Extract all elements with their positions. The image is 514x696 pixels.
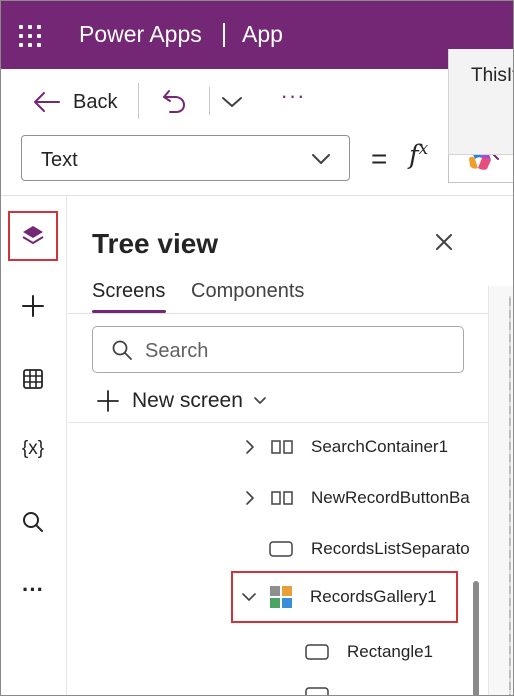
arrow-left-icon	[34, 92, 60, 112]
tree-item-recordslistseparator[interactable]: RecordsListSeparato	[268, 529, 470, 569]
rectangle-icon	[305, 644, 329, 660]
popup-text: ThisIt	[471, 65, 514, 86]
rail-item-data[interactable]	[9, 355, 57, 403]
chevron-down-icon	[312, 154, 330, 164]
rail-item-variables[interactable]: {x}	[9, 425, 57, 473]
tree-item-label: Rectangle1	[347, 642, 434, 661]
container-icon	[271, 440, 293, 454]
tabs-divider	[68, 313, 488, 314]
chevron-down-icon	[222, 97, 242, 107]
chevron-right-icon[interactable]	[242, 490, 258, 506]
gallery-icon	[270, 586, 292, 608]
fx-superscript: x	[418, 139, 429, 159]
tree-search-input[interactable]: Search	[92, 326, 464, 373]
rectangle-icon	[305, 687, 329, 695]
rail-item-search[interactable]	[9, 498, 57, 546]
tree-item-newrecordbuttonbar[interactable]: NewRecordButtonBa	[242, 478, 470, 518]
app-header: Power Apps App	[1, 1, 513, 69]
left-rail: {x} ···	[1, 196, 67, 695]
plus-icon	[22, 295, 44, 317]
list-divider	[68, 422, 488, 423]
power-apps-studio-window: Power Apps App Back ··· Text = fx ThisIt…	[0, 0, 514, 696]
tree-item-partial[interactable]	[304, 682, 330, 695]
new-screen-label: New screen	[132, 389, 243, 412]
scrollbar-thumb[interactable]	[473, 581, 479, 695]
undo-button[interactable]	[159, 87, 189, 115]
rail-item-insert[interactable]	[9, 282, 57, 330]
tree-item-searchcontainer1[interactable]: SearchContainer1	[242, 427, 448, 467]
command-bar: Back ···	[1, 69, 513, 133]
tab-components[interactable]: Components	[191, 280, 304, 303]
plus-icon	[97, 390, 119, 412]
canvas-grid	[509, 296, 511, 695]
search-icon	[112, 340, 132, 360]
property-value: Text	[41, 149, 78, 171]
undo-divider	[209, 87, 210, 115]
rectangle-icon	[269, 541, 293, 557]
tab-screens[interactable]: Screens	[92, 280, 165, 303]
tree-view-panel: Tree view Screens Components Search New …	[68, 196, 488, 695]
tree-scrollbar[interactable]	[473, 581, 481, 695]
close-panel-button[interactable]	[434, 232, 454, 252]
rail-item-tree-view[interactable]	[8, 211, 58, 261]
search-placeholder: Search	[145, 340, 209, 362]
close-icon	[436, 234, 452, 250]
panel-title: Tree view	[92, 228, 219, 259]
more-commands-button[interactable]: ···	[277, 85, 309, 113]
undo-history-dropdown[interactable]	[219, 91, 245, 113]
undo-icon	[163, 90, 186, 113]
more-icon: ···	[22, 577, 44, 602]
header-divider	[223, 23, 225, 47]
back-button[interactable]: Back	[31, 87, 117, 117]
chevron-down-icon	[254, 397, 266, 404]
back-button-label: Back	[73, 90, 118, 113]
layers-icon	[22, 226, 44, 244]
equals-sign: =	[371, 143, 388, 174]
product-title: Power Apps	[79, 21, 202, 47]
rail-item-more[interactable]: ···	[9, 566, 57, 614]
search-icon	[23, 512, 43, 532]
command-divider	[138, 83, 139, 119]
fx-label: f	[409, 140, 419, 171]
app-name[interactable]: App	[242, 21, 283, 48]
tree-item-label: NewRecordButtonBa	[311, 488, 470, 507]
table-icon	[23, 369, 43, 389]
chevron-down-icon[interactable]	[241, 589, 257, 605]
chevron-right-icon[interactable]	[242, 439, 258, 455]
app-launcher-icon[interactable]	[19, 25, 41, 47]
tree-item-label: SearchContainer1	[311, 437, 449, 456]
new-screen-button[interactable]: New screen	[96, 386, 267, 416]
fx-icon[interactable]: fx	[409, 139, 428, 171]
variables-icon: {x}	[21, 438, 45, 459]
container-icon	[271, 491, 293, 505]
tree-item-label: RecordsGallery1	[310, 587, 437, 606]
tree-item-rectangle1[interactable]: Rectangle1	[304, 632, 433, 672]
property-dropdown[interactable]: Text	[21, 135, 350, 181]
formula-bar: Text = fx	[1, 133, 513, 185]
copilot-popup: ThisIt	[448, 49, 514, 155]
tree-item-recordsgallery1[interactable]: RecordsGallery1	[231, 571, 458, 623]
tree-item-label: RecordsListSeparato	[311, 539, 470, 558]
canvas-area[interactable]	[488, 286, 513, 695]
